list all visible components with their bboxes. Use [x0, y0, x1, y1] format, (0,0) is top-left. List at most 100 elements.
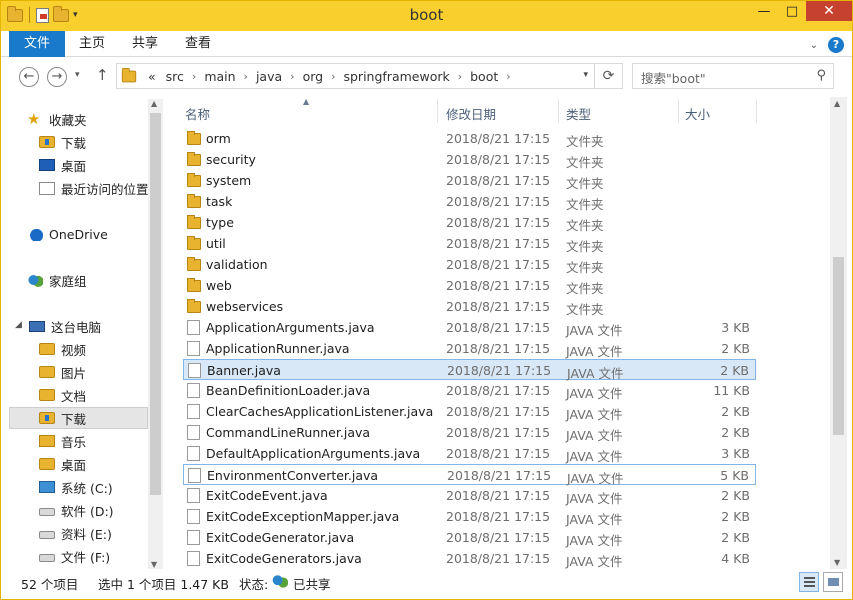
address-bar[interactable]: « src › main › java › org › springframework ›…: [116, 63, 623, 89]
breadcrumb-src[interactable]: src: [161, 69, 189, 84]
file-size: 2 KB: [721, 488, 750, 503]
table-row[interactable]: EnvironmentConverter.java 2018/8/21 17:15…: [183, 464, 756, 486]
file-name: ApplicationRunner.java: [206, 341, 350, 356]
table-row[interactable]: security 2018/8/21 17:15 文件夹: [183, 149, 756, 170]
table-row[interactable]: ExitCodeEvent.java 2018/8/21 17:15 JAVA 文件…: [183, 485, 756, 506]
table-row[interactable]: ClearCachesApplicationListener.java 2018/…: [183, 401, 756, 422]
nav-scrollbar[interactable]: ▲ ▼: [148, 99, 163, 569]
table-row[interactable]: ApplicationRunner.java 2018/8/21 17:15 JAV…: [183, 338, 756, 359]
column-header-size[interactable]: 大小: [685, 104, 710, 123]
refresh-button[interactable]: ⟳: [594, 64, 622, 88]
scroll-down-icon[interactable]: ▼: [834, 558, 840, 567]
nav-label: 下载: [61, 135, 87, 151]
collapse-arrow-icon[interactable]: ◢: [15, 320, 22, 330]
help-icon[interactable]: ?: [828, 37, 844, 53]
table-row[interactable]: type 2018/8/21 17:15 文件夹: [183, 212, 756, 233]
breadcrumb-overflow[interactable]: «: [143, 69, 161, 84]
status-bar: 52 个项目 选中 1 个项目 1.47 KB 状态: 已共享: [1, 569, 852, 599]
table-row[interactable]: ExitCodeGenerator.java 2018/8/21 17:15 JAV…: [183, 527, 756, 548]
table-row[interactable]: orm 2018/8/21 17:15 文件夹: [183, 128, 756, 149]
breadcrumb-org[interactable]: org: [298, 69, 329, 84]
table-row[interactable]: BeanDefinitionLoader.java 2018/8/21 17:15…: [183, 380, 756, 401]
file-size: 11 KB: [713, 383, 750, 398]
scroll-up-icon[interactable]: ▲: [151, 99, 157, 108]
breadcrumb-boot[interactable]: boot: [465, 69, 503, 84]
file-date: 2018/8/21 17:15: [446, 131, 551, 146]
column-divider[interactable]: [756, 99, 757, 123]
column-divider[interactable]: [558, 99, 559, 123]
maximize-button[interactable]: □: [778, 1, 806, 21]
nav-label: 音乐: [61, 434, 87, 450]
column-divider[interactable]: [437, 99, 438, 123]
table-row[interactable]: web 2018/8/21 17:15 文件夹: [183, 275, 756, 296]
scroll-up-icon[interactable]: ▲: [834, 99, 840, 108]
expand-ribbon-icon[interactable]: ⌄: [810, 40, 818, 51]
onedrive-icon: [27, 227, 43, 241]
close-button[interactable]: ✕: [806, 1, 852, 21]
column-header-date[interactable]: 修改日期: [446, 104, 496, 123]
table-row[interactable]: ExitCodeGenerators.java 2018/8/21 17:15 JA…: [183, 548, 756, 569]
table-row[interactable]: system 2018/8/21 17:15 文件夹: [183, 170, 756, 191]
file-date: 2018/8/21 17:15: [446, 152, 551, 167]
nav-label: 这台电脑: [51, 319, 102, 335]
breadcrumb-java[interactable]: java: [251, 69, 287, 84]
table-row[interactable]: webservices 2018/8/21 17:15 文件夹: [183, 296, 756, 317]
search-icon[interactable]: ⚲: [816, 68, 826, 83]
java-file-icon: [188, 468, 201, 483]
java-file-icon: [187, 551, 200, 566]
search-input[interactable]: 搜索"boot" ⚲: [632, 63, 834, 89]
java-file-icon: [187, 320, 200, 335]
forward-button[interactable]: →: [47, 67, 67, 87]
back-button[interactable]: ←: [19, 67, 39, 87]
tab-home[interactable]: 主页: [65, 31, 119, 57]
up-button[interactable]: ↑: [96, 66, 109, 84]
file-name: ClearCachesApplicationListener.java: [206, 404, 434, 419]
breadcrumb-chevron-icon[interactable]: ›: [328, 70, 338, 83]
recent-locations-icon[interactable]: ▾: [75, 70, 80, 80]
file-size: 3 KB: [721, 320, 750, 335]
file-type: 文件夹: [566, 155, 604, 170]
nav-scroll-thumb[interactable]: [150, 113, 161, 495]
table-row[interactable]: task 2018/8/21 17:15 文件夹: [183, 191, 756, 212]
file-date: 2018/8/21 17:15: [446, 215, 551, 230]
address-row: ← → ▾ ↑ « src › main › java › org › springfr…: [1, 57, 852, 95]
minimize-button[interactable]: —: [750, 1, 778, 21]
breadcrumb-chevron-icon[interactable]: ›: [455, 70, 465, 83]
tab-share[interactable]: 共享: [118, 31, 172, 57]
tab-view[interactable]: 查看: [171, 31, 225, 57]
file-size: 2 KB: [721, 425, 750, 440]
details-view-button[interactable]: [799, 572, 819, 592]
explorer-window: ▾ boot — □ ✕ 文件 主页 共享 查看 ⌄ ? ← → ▾ ↑ « s…: [0, 0, 853, 600]
file-list-scroll-thumb[interactable]: [833, 257, 844, 435]
scroll-down-icon[interactable]: ▼: [151, 560, 157, 569]
file-date: 2018/8/21 17:15: [446, 446, 551, 461]
breadcrumb-springframework[interactable]: springframework: [338, 69, 454, 84]
table-row[interactable]: ExitCodeExceptionMapper.java 2018/8/21 17…: [183, 506, 756, 527]
breadcrumb-chevron-icon[interactable]: ›: [189, 70, 199, 83]
file-list-scrollbar[interactable]: ▲ ▼: [830, 97, 847, 569]
nav-label: 下载: [61, 411, 87, 427]
nav-downloads-pc[interactable]: 下载: [9, 407, 148, 429]
nav-label: 资料 (E:): [61, 526, 112, 542]
file-date: 2018/8/21 17:15: [446, 488, 551, 503]
tab-file[interactable]: 文件: [9, 31, 65, 57]
breadcrumb-chevron-icon[interactable]: ›: [503, 70, 513, 83]
nav-this-pc[interactable]: ◢ 这台电脑: [15, 315, 149, 337]
nav-label: 系统 (C:): [61, 480, 113, 496]
table-row[interactable]: validation 2018/8/21 17:15 文件夹: [183, 254, 756, 275]
breadcrumb-main[interactable]: main: [199, 69, 240, 84]
address-dropdown-icon[interactable]: ▾: [583, 70, 588, 80]
column-divider[interactable]: [678, 99, 679, 123]
file-type: JAVA 文件: [566, 428, 623, 443]
file-date: 2018/8/21 17:15: [447, 363, 552, 378]
table-row[interactable]: ApplicationArguments.java 2018/8/21 17:15…: [183, 317, 756, 338]
table-row[interactable]: Banner.java 2018/8/21 17:15 JAVA 文件 2 KB: [183, 359, 756, 381]
column-header-type[interactable]: 类型: [566, 104, 591, 123]
table-row[interactable]: DefaultApplicationArguments.java 2018/8/2…: [183, 443, 756, 464]
large-icons-view-button[interactable]: [823, 572, 843, 592]
table-row[interactable]: CommandLineRunner.java 2018/8/21 17:15 JAV…: [183, 422, 756, 443]
breadcrumb-chevron-icon[interactable]: ›: [287, 70, 297, 83]
table-row[interactable]: util 2018/8/21 17:15 文件夹: [183, 233, 756, 254]
column-header-name[interactable]: 名称: [185, 104, 210, 123]
breadcrumb-chevron-icon[interactable]: ›: [241, 70, 251, 83]
